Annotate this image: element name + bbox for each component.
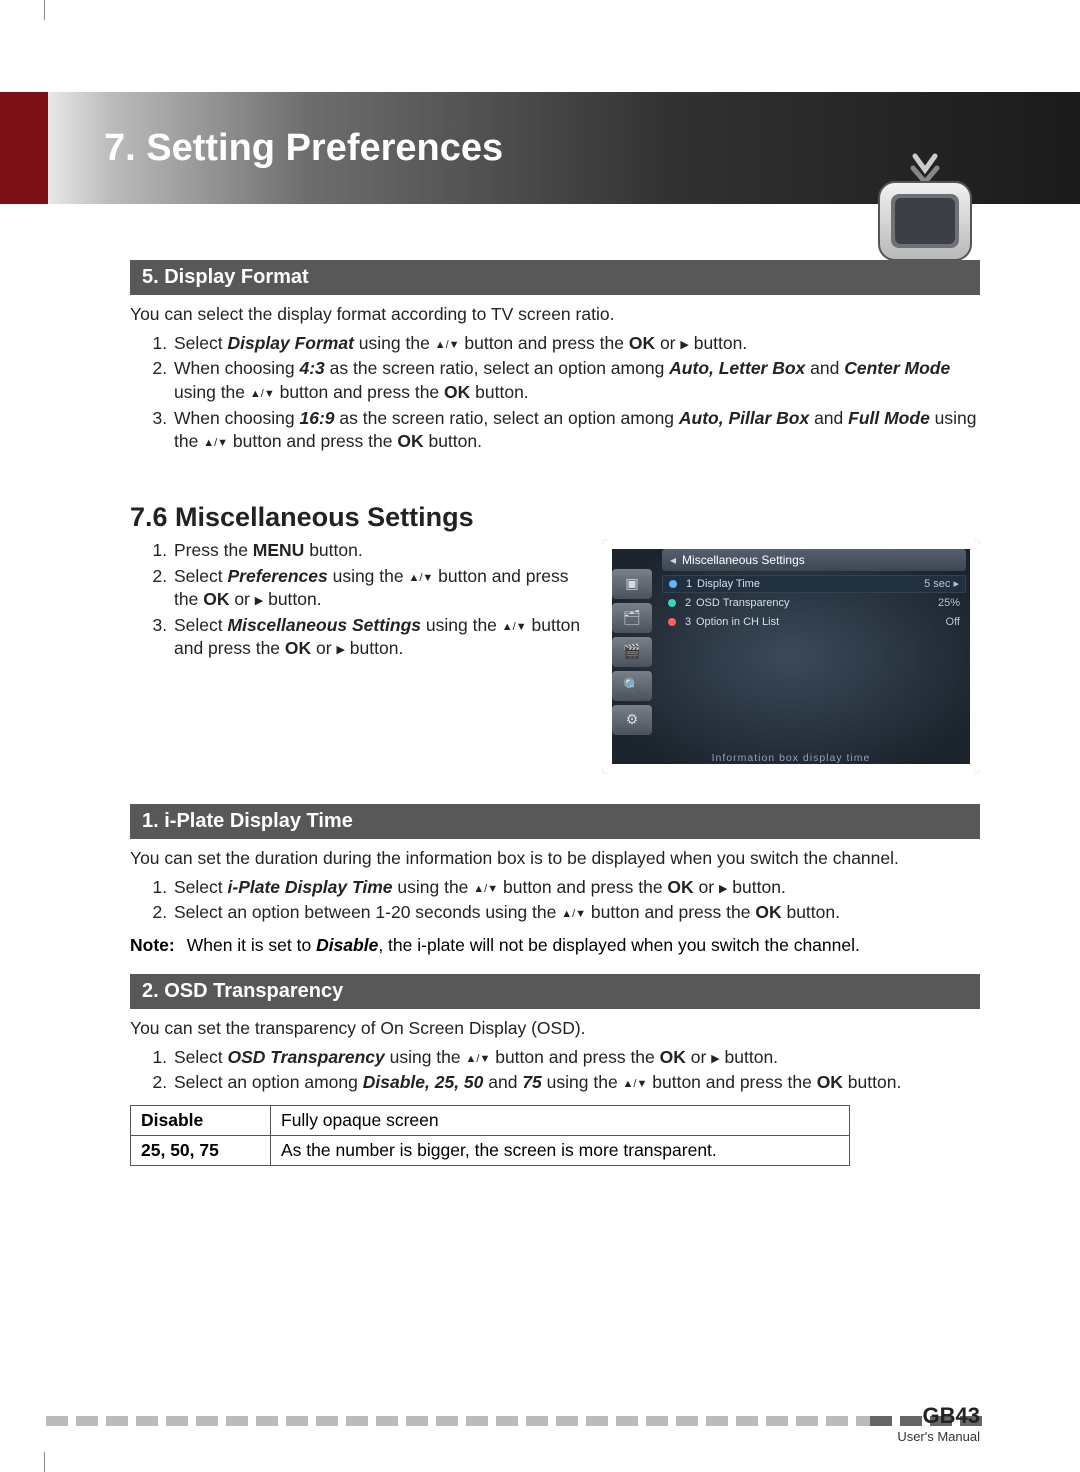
header-accent [0, 92, 48, 204]
osd-table: Disable Fully opaque screen 25, 50, 75 A… [130, 1105, 850, 1166]
step: Select an option between 1-20 seconds us… [172, 901, 980, 925]
shot-side-icon: 🔍 [612, 671, 652, 701]
step: Select Display Format using the ▲/▼ butt… [172, 332, 980, 356]
table-key: 25, 50, 75 [131, 1135, 271, 1165]
footer-decoration [46, 1416, 870, 1426]
shot-side-icon: 🎬 [612, 637, 652, 667]
iplate-note: Note: When it is set to Disable, the i-p… [130, 935, 980, 956]
note-label: Note: [130, 935, 175, 956]
step: Select Preferences using the ▲/▼ button … [172, 565, 584, 612]
step: Select i-Plate Display Time using the ▲/… [172, 876, 980, 900]
step: When choosing 4:3 as the screen ratio, s… [172, 357, 980, 404]
step: Select OSD Transparency using the ▲/▼ bu… [172, 1046, 980, 1070]
misc-two-col: Press the MENU button. Select Preference… [130, 539, 980, 774]
footer-sub: User's Manual [897, 1429, 980, 1444]
page-number: GB43 [897, 1403, 980, 1429]
shot-title: Miscellaneous Settings [662, 549, 966, 571]
shot-row: 3Option in CH ListOff [662, 613, 966, 631]
shot-row: 2OSD Transparency25% [662, 594, 966, 612]
table-key: Disable [131, 1105, 271, 1135]
section-heading-iplate: 1. i-Plate Display Time [130, 804, 980, 839]
chapter-header: 7. Setting Preferences [0, 92, 1080, 204]
step: Select an option among Disable, 25, 50 a… [172, 1071, 980, 1095]
shot-side-icon: ▣ [612, 569, 652, 599]
display-format-steps: Select Display Format using the ▲/▼ butt… [130, 332, 980, 454]
content-area: 5. Display Format You can select the dis… [130, 260, 980, 1166]
shot-footer: Information box display time [602, 752, 980, 764]
chapter-title: 7. Setting Preferences [104, 127, 503, 170]
osd-intro: You can set the transparency of On Scree… [130, 1017, 980, 1040]
step: Select Miscellaneous Settings using the … [172, 614, 584, 661]
shot-side-icon: 🗂 [612, 603, 652, 633]
page: 7. Setting Preferences 5. Display Format… [0, 0, 1080, 1472]
note-text: When it is set to Disable, the i-plate w… [187, 935, 860, 956]
subchapter-heading-misc: 7.6 Miscellaneous Settings [130, 502, 980, 533]
table-row: Disable Fully opaque screen [131, 1105, 850, 1135]
misc-steps: Press the MENU button. Select Preference… [130, 539, 584, 661]
iplate-steps: Select i-Plate Display Time using the ▲/… [130, 876, 980, 925]
shot-rows: 1Display Time5 sec ▸ 2OSD Transparency25… [662, 575, 966, 631]
shot-row: 1Display Time5 sec ▸ [662, 575, 966, 593]
step: Press the MENU button. [172, 539, 584, 563]
misc-screenshot: ▣ 🗂 🎬 🔍 ⚙ Miscellaneous Settings 1Displa… [602, 539, 980, 774]
display-format-intro: You can select the display format accord… [130, 303, 980, 326]
iplate-intro: You can set the duration during the info… [130, 847, 980, 870]
osd-steps: Select OSD Transparency using the ▲/▼ bu… [130, 1046, 980, 1095]
step: When choosing 16:9 as the screen ratio, … [172, 407, 980, 454]
section-heading-osd: 2. OSD Transparency [130, 974, 980, 1009]
table-val: Fully opaque screen [271, 1105, 850, 1135]
page-footer: GB43 User's Manual [897, 1403, 980, 1444]
shot-side-icon: ⚙ [612, 705, 652, 735]
table-val: As the number is bigger, the screen is m… [271, 1135, 850, 1165]
shot-sidebar: ▣ 🗂 🎬 🔍 ⚙ [612, 569, 652, 735]
section-heading-display-format: 5. Display Format [130, 260, 980, 295]
table-row: 25, 50, 75 As the number is bigger, the … [131, 1135, 850, 1165]
